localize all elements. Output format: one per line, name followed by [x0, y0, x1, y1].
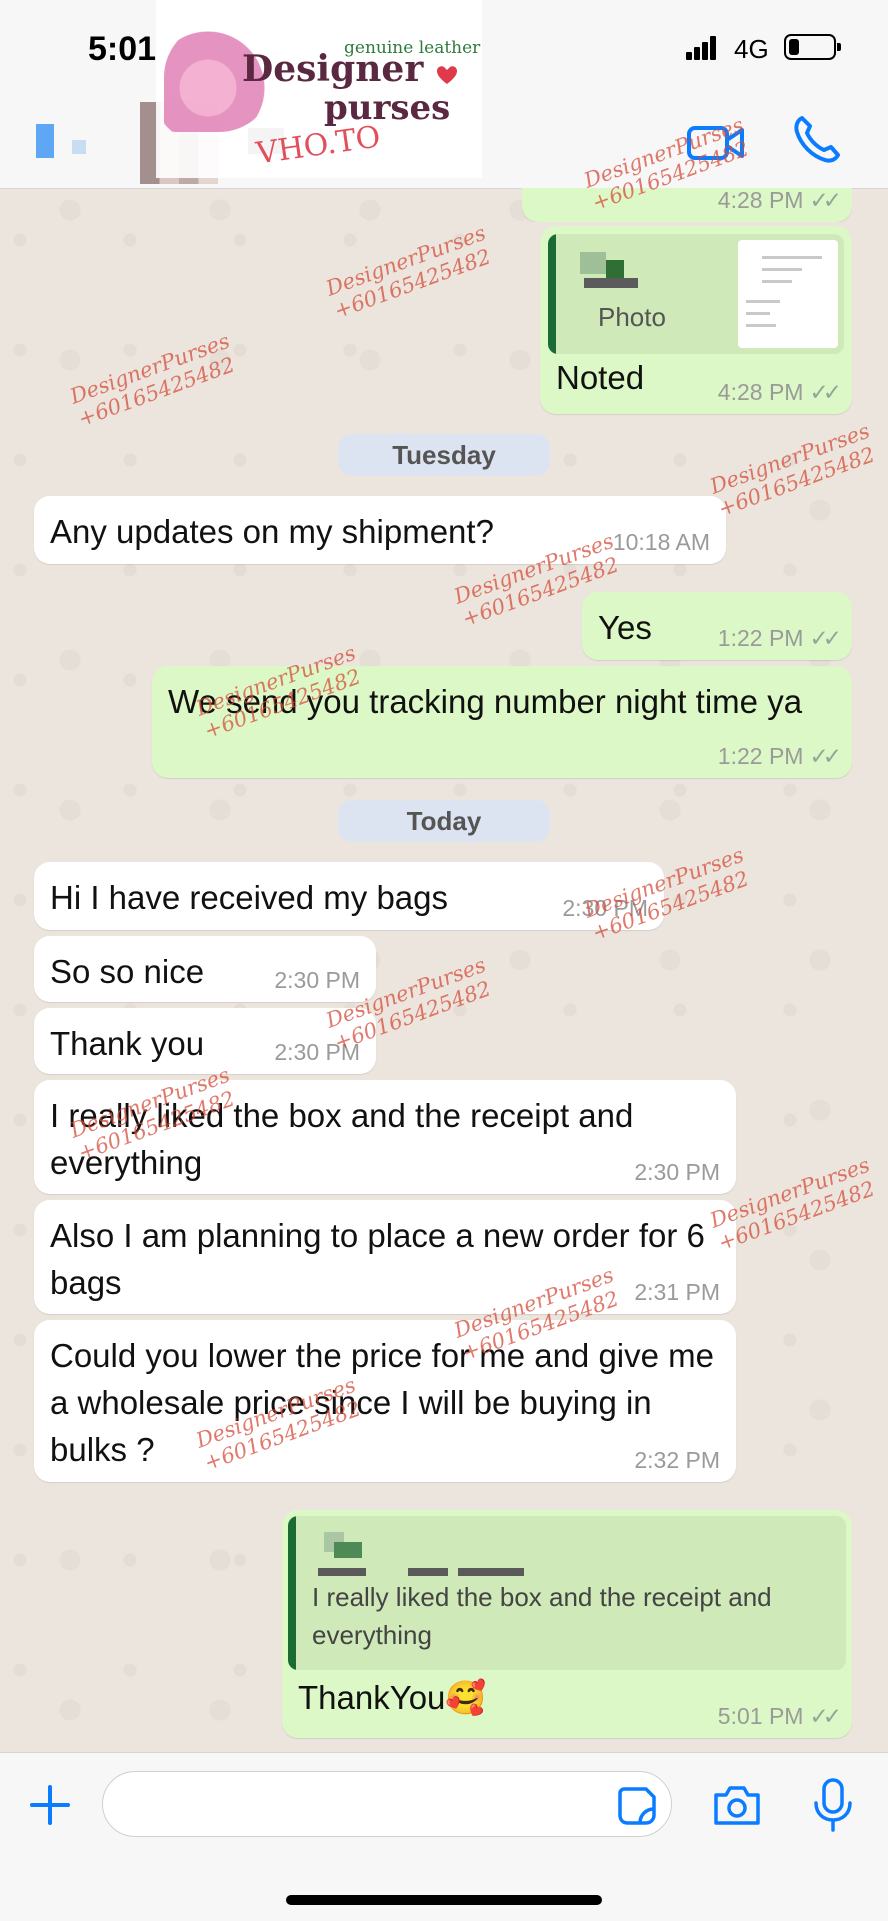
message-outgoing[interactable]: We send you tracking number night time y…	[152, 666, 852, 778]
quote-label: Photo	[598, 302, 666, 332]
message-time: 2:30 PM	[634, 1159, 720, 1185]
day-divider: Today	[338, 800, 550, 842]
message-incoming[interactable]: Could you lower the price for me and giv…	[34, 1320, 736, 1482]
video-call-icon[interactable]	[686, 118, 746, 166]
camera-icon[interactable]	[712, 1783, 762, 1827]
message-time: 2:30 PM	[274, 1039, 360, 1065]
message-text: Could you lower the price for me and giv…	[50, 1337, 714, 1468]
message-text: Any updates on my shipment?	[50, 513, 494, 550]
composer-bar	[0, 1752, 888, 1921]
message-incoming[interactable]: I really liked the box and the receipt a…	[34, 1080, 736, 1194]
message-text: So so nice	[50, 953, 205, 990]
message-incoming[interactable]: Hi I have received my bags 2:30 PM	[34, 862, 664, 930]
message-incoming[interactable]: Any updates on my shipment? 10:18 AM	[34, 496, 726, 564]
message-text: ThankYou🥰	[298, 1679, 487, 1716]
logo-brand-line2: purses	[324, 88, 451, 128]
read-ticks-icon: ✓✓	[809, 379, 841, 405]
message-outgoing-reply[interactable]: I really liked the box and the receipt a…	[282, 1510, 852, 1738]
message-time: 1:22 PM ✓✓	[717, 743, 842, 769]
read-ticks-icon: ✓✓	[809, 625, 841, 651]
message-incoming[interactable]: So so nice 2:30 PM	[34, 936, 376, 1002]
quoted-photo[interactable]: Photo	[548, 234, 844, 354]
message-time: 2:31 PM	[634, 1279, 720, 1305]
read-ticks-icon: ✓✓	[809, 1703, 841, 1729]
quote-text: I really liked the box and the receipt a…	[312, 1582, 772, 1650]
quoted-message[interactable]: I really liked the box and the receipt a…	[288, 1516, 846, 1670]
message-time: 2:30 PM	[274, 967, 360, 993]
message-text: We send you tracking number night time y…	[168, 683, 803, 720]
message-text: Also I am planning to place a new order …	[50, 1217, 705, 1301]
logo-site: VHO.TO	[254, 119, 383, 172]
plus-icon[interactable]	[28, 1783, 72, 1827]
message-time: 2:32 PM	[634, 1447, 720, 1473]
message-input[interactable]	[102, 1771, 672, 1837]
network-label: 4G	[734, 34, 769, 64]
message-text: I really liked the box and the receipt a…	[50, 1097, 634, 1181]
signal-icon	[686, 36, 722, 60]
brand-logo-watermark: genuine leather Designer purses VHO.TO	[156, 0, 482, 178]
message-time: 4:28 PM ✓✓	[717, 187, 842, 213]
microphone-icon[interactable]	[808, 1777, 858, 1833]
heart-icon	[437, 66, 457, 84]
phone-icon[interactable]	[790, 112, 844, 166]
message-time: 2:30 PM	[562, 895, 648, 921]
message-text: Hi I have received my bags	[50, 879, 449, 916]
read-ticks-icon: ✓✓	[809, 743, 841, 769]
photo-thumbnail	[738, 240, 838, 348]
message-outgoing-photo-reply[interactable]: Photo Noted 4:28 PM ✓✓	[540, 226, 852, 414]
message-text: Noted	[556, 359, 645, 396]
message-time: 5:01 PM ✓✓	[717, 1703, 842, 1729]
read-ticks-icon: ✓✓	[809, 187, 841, 213]
status-time: 5:01	[88, 30, 157, 68]
logo-brand-line1: Designer	[242, 48, 424, 90]
message-incoming[interactable]: Thank you 2:30 PM	[34, 1008, 376, 1074]
battery-icon	[784, 34, 841, 60]
message-text: Thank you	[50, 1025, 205, 1062]
home-indicator	[286, 1895, 602, 1905]
sticker-icon[interactable]	[616, 1785, 658, 1827]
message-outgoing[interactable]: Yes 1:22 PM ✓✓	[582, 592, 852, 660]
day-divider: Tuesday	[338, 434, 550, 476]
back-icon[interactable]	[36, 124, 54, 158]
unread-count-blur	[72, 140, 86, 154]
message-time: 1:22 PM ✓✓	[717, 625, 842, 651]
message-text: Yes	[598, 609, 652, 646]
message-time: 10:18 AM	[612, 529, 710, 555]
message-incoming[interactable]: Also I am planning to place a new order …	[34, 1200, 736, 1314]
message-time: 4:28 PM ✓✓	[717, 379, 842, 405]
